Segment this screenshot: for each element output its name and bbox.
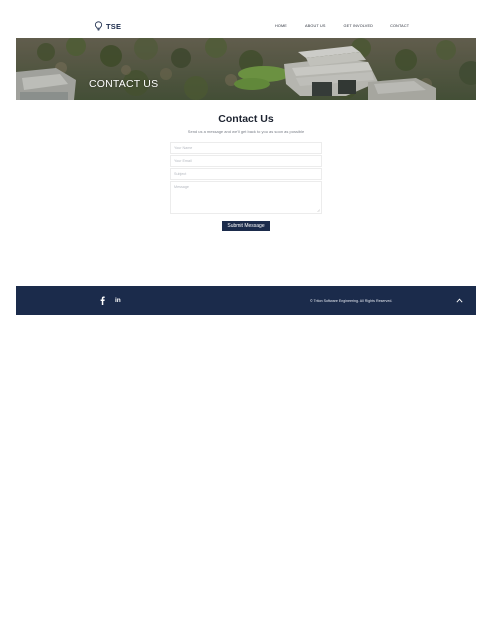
site-footer: in © Triton Software Engineering. All Ri… bbox=[16, 286, 476, 315]
copyright-text: © Triton Software Engineering. All Right… bbox=[310, 299, 393, 303]
lightbulb-icon bbox=[94, 21, 103, 31]
subject-field[interactable]: Subject bbox=[170, 168, 322, 180]
resize-handle-icon[interactable] bbox=[317, 209, 320, 212]
page: TSE HOME ABOUT US GET INVOLVED CONTACT C… bbox=[0, 0, 492, 636]
site-header: TSE HOME ABOUT US GET INVOLVED CONTACT bbox=[16, 14, 476, 38]
main-nav: HOME ABOUT US GET INVOLVED CONTACT bbox=[275, 24, 409, 28]
page-title: Contact Us bbox=[218, 113, 274, 125]
submit-message-button[interactable]: Submit Message bbox=[222, 221, 270, 231]
nav-get-involved-link[interactable]: GET INVOLVED bbox=[344, 24, 374, 28]
linkedin-icon[interactable]: in bbox=[115, 297, 121, 304]
message-placeholder: Message bbox=[174, 185, 189, 189]
brand-name: TSE bbox=[106, 21, 122, 31]
subject-placeholder: Subject bbox=[174, 172, 187, 176]
nav-contact-link[interactable]: CONTACT bbox=[390, 24, 409, 28]
hero-title: CONTACT US bbox=[89, 78, 159, 90]
hero-image bbox=[16, 38, 476, 100]
message-textarea[interactable]: Message bbox=[170, 181, 322, 214]
email-field[interactable]: Your Email bbox=[170, 155, 322, 167]
name-placeholder: Your Name bbox=[174, 146, 193, 150]
chevron-up-icon[interactable] bbox=[456, 298, 463, 303]
brand-logo[interactable]: TSE bbox=[94, 21, 121, 31]
nav-about-link[interactable]: ABOUT US bbox=[305, 24, 326, 28]
page-subtitle: Send us a message and we'll get back to … bbox=[187, 129, 305, 134]
name-field[interactable]: Your Name bbox=[170, 142, 322, 154]
email-placeholder: Your Email bbox=[174, 159, 192, 163]
hero-banner: CONTACT US bbox=[16, 38, 476, 100]
nav-home-link[interactable]: HOME bbox=[275, 24, 287, 28]
facebook-icon[interactable] bbox=[100, 296, 105, 305]
